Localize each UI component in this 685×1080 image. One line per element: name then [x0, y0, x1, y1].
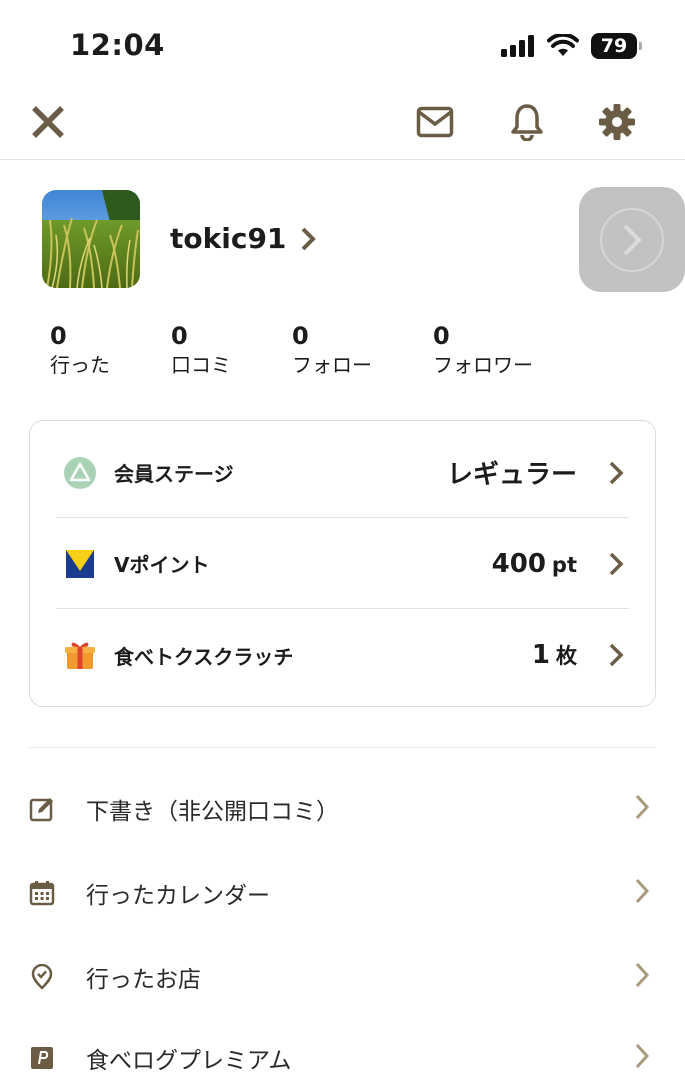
member-card: 会員ステージ レギュラー Vポイント 400 pt 食べトクスクラッチ 1 枚: [29, 420, 656, 707]
member-stage-row[interactable]: 会員ステージ レギュラー: [56, 428, 629, 518]
status-icons: 79: [501, 32, 642, 60]
side-panel-ring: [600, 207, 664, 272]
chevron-right-icon: [634, 1043, 650, 1073]
menu-item-premium[interactable]: 食べログプレミアム: [0, 1016, 685, 1080]
menu-item-calendar[interactable]: 行ったカレンダー: [0, 851, 685, 935]
close-button[interactable]: [26, 100, 70, 144]
card-row-value: 1枚: [531, 640, 577, 670]
menu-item-drafts[interactable]: 下書き（非公開口コミ）: [0, 767, 685, 851]
menu-item-label: 行ったカレンダー: [86, 883, 270, 909]
scratch-row[interactable]: 食べトクスクラッチ 1枚: [56, 610, 629, 700]
card-row-value: レギュラー: [446, 460, 577, 490]
mail-button[interactable]: [413, 100, 457, 144]
profile-stats: 0 行った 0 口コミ 0 フォロー 0 フォロワー: [0, 322, 685, 382]
stat-label: 口コミ: [171, 353, 231, 377]
settings-button[interactable]: [595, 100, 639, 144]
stat-value: 0: [433, 322, 450, 350]
chevron-right-icon: [605, 643, 627, 667]
avatar[interactable]: [42, 190, 140, 288]
menu-item-label: 食べログプレミアム: [86, 1048, 292, 1074]
signal-icon: [501, 35, 534, 57]
v-point-row[interactable]: Vポイント 400 pt: [56, 519, 629, 609]
v-point-icon: [62, 546, 98, 582]
battery-indicator: 79: [591, 33, 642, 59]
stat-visited[interactable]: 0 行った: [50, 322, 110, 380]
mail-icon: [416, 106, 454, 138]
close-icon: [32, 106, 64, 138]
username-link[interactable]: tokic91: [170, 222, 317, 255]
edit-icon: [28, 795, 56, 823]
stat-value: 0: [50, 322, 67, 350]
chevron-right-icon: [301, 227, 317, 250]
top-nav: [0, 90, 685, 160]
member-stage-icon: [62, 455, 98, 491]
stat-label: 行った: [50, 353, 110, 377]
calendar-icon: [28, 879, 56, 907]
card-row-label: Vポイント: [114, 553, 210, 577]
gear-icon: [599, 104, 635, 140]
menu-item-label: 下書き（非公開口コミ）: [86, 799, 339, 825]
chevron-right-icon: [605, 552, 627, 576]
chevron-right-icon: [634, 878, 650, 908]
wifi-icon: [547, 34, 579, 56]
username: tokic91: [170, 222, 287, 255]
card-row-label: 会員ステージ: [114, 462, 234, 486]
status-bar: 12:04 79: [0, 0, 685, 90]
gift-icon: [62, 637, 98, 673]
stat-label: フォロワー: [433, 353, 533, 377]
notification-button[interactable]: [505, 100, 549, 144]
premium-icon: [28, 1044, 56, 1072]
stat-label: フォロー: [292, 353, 372, 377]
stat-value: 0: [171, 322, 188, 350]
stat-reviews[interactable]: 0 口コミ: [171, 322, 231, 380]
chevron-right-icon: [623, 224, 642, 255]
chevron-right-icon: [605, 461, 627, 485]
location-check-icon: [28, 963, 56, 991]
menu-item-label: 行ったお店: [86, 967, 201, 993]
chevron-right-icon: [634, 962, 650, 992]
card-row-label: 食べトクスクラッチ: [114, 644, 294, 669]
card-row-value: 400 pt: [491, 548, 577, 579]
section-divider: [29, 747, 656, 748]
stat-followers[interactable]: 0 フォロワー: [433, 322, 533, 380]
stat-value: 0: [292, 322, 309, 350]
menu-item-visited-shops[interactable]: 行ったお店: [0, 935, 685, 1019]
side-panel-button[interactable]: [579, 187, 685, 292]
bell-icon: [511, 104, 543, 141]
stat-following[interactable]: 0 フォロー: [292, 322, 372, 380]
status-time: 12:04: [70, 28, 165, 62]
chevron-right-icon: [634, 794, 650, 824]
